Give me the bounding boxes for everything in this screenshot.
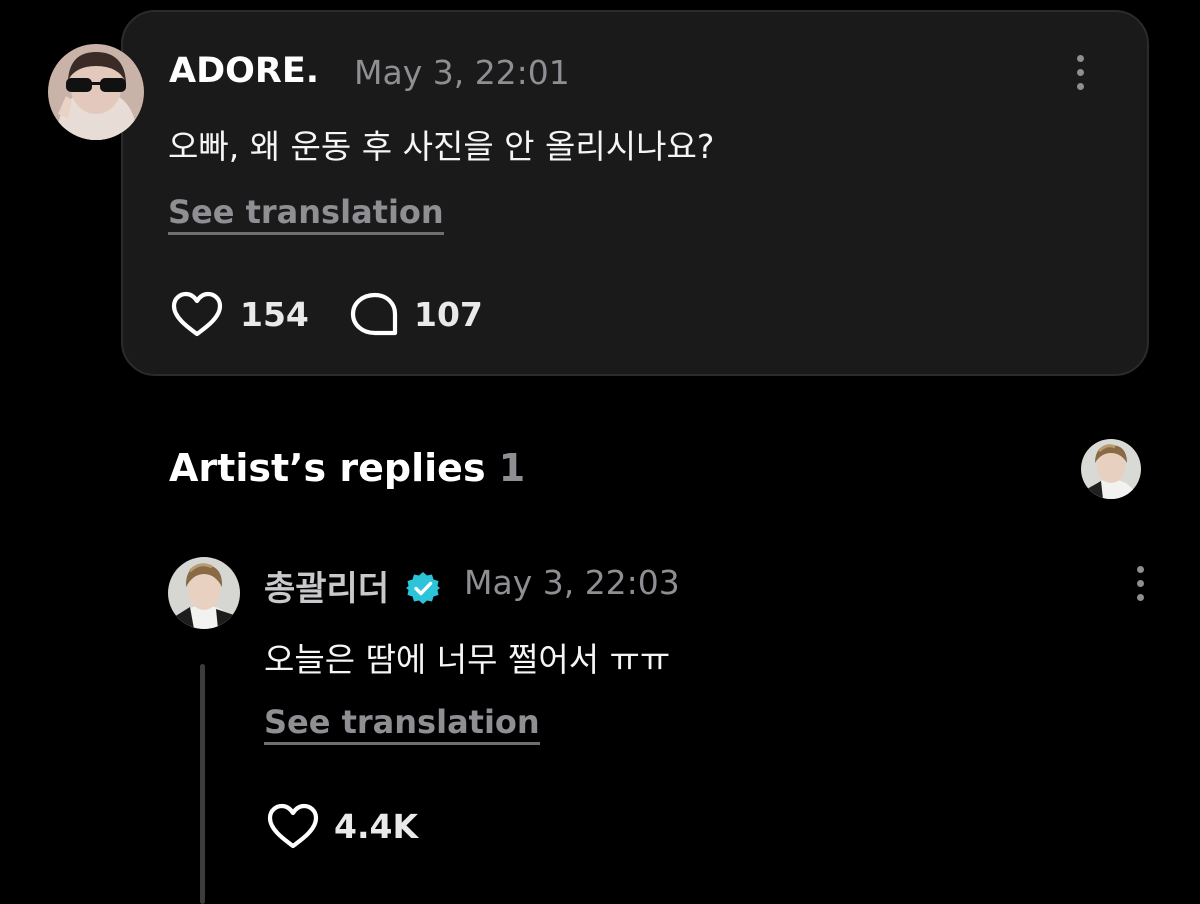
reply-timestamp: May 3, 22:03 xyxy=(464,563,680,602)
comment-timestamp: May 3, 22:01 xyxy=(354,53,570,92)
comment-reply-count: 107 xyxy=(414,294,483,334)
speech-bubble-icon xyxy=(350,292,398,336)
reply-author-label: 총괄리더 xyxy=(264,569,390,609)
reply-author-avatar[interactable] xyxy=(168,557,240,629)
artist-replies-count: 1 xyxy=(498,446,526,490)
comment-like-button[interactable]: 154 xyxy=(170,290,309,338)
artist-replies-heading: Artist’s replies 1 xyxy=(169,446,525,490)
reply-more-icon[interactable] xyxy=(1130,566,1150,601)
commenter-name[interactable]: ADORE. xyxy=(169,51,319,91)
thread-connector-line xyxy=(200,664,205,904)
heart-icon xyxy=(171,291,223,337)
reply-see-translation-link[interactable]: See translation xyxy=(264,703,540,745)
comment-see-translation-link[interactable]: See translation xyxy=(168,193,444,235)
reply-like-button[interactable]: 4.4K xyxy=(266,802,418,850)
reply-author-name[interactable]: 총괄리더 xyxy=(264,561,441,610)
artist-replies-label: Artist’s replies xyxy=(169,446,486,490)
comment-like-count: 154 xyxy=(240,294,309,334)
reply-text: 오늘은 땀에 너무 쩔어서 ㅠㅠ xyxy=(264,640,671,679)
comment-text: 오빠, 왜 운동 후 사진을 안 올리시나요? xyxy=(168,127,715,166)
reply-like-count: 4.4K xyxy=(334,806,419,846)
comment-more-icon[interactable] xyxy=(1070,55,1090,90)
comment-reply-button[interactable]: 107 xyxy=(348,290,483,338)
artist-avatar-small[interactable] xyxy=(1081,439,1141,499)
verified-badge-icon xyxy=(405,571,440,604)
heart-icon xyxy=(267,803,319,849)
commenter-avatar[interactable] xyxy=(48,44,144,140)
